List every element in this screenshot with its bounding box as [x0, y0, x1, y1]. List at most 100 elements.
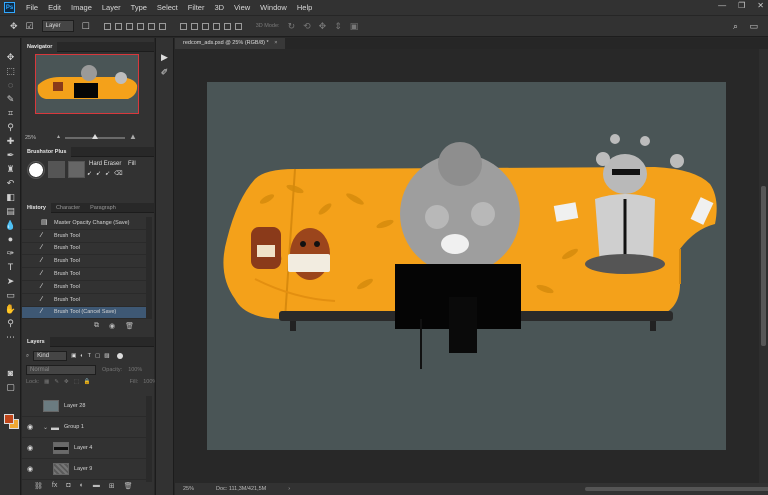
more-tools-icon[interactable]: ⋯	[0, 330, 21, 344]
tab-layers[interactable]: Layers	[22, 336, 50, 347]
brush-stroke-icon-1[interactable]: ➹	[87, 170, 92, 177]
status-arrow-icon[interactable]: ›	[288, 486, 290, 492]
distribute-top-icon[interactable]	[179, 22, 187, 30]
filter-toggle[interactable]	[117, 353, 124, 359]
document-canvas[interactable]	[175, 49, 759, 483]
tab-character[interactable]: Character	[51, 203, 85, 213]
navigator-zoom-value[interactable]: 25%	[25, 135, 36, 141]
auto-select-dropdown[interactable]: Layer	[41, 20, 74, 32]
distribute-middle-icon[interactable]	[190, 22, 198, 30]
align-left-icon[interactable]	[136, 22, 144, 30]
filter-smart-object-icon[interactable]: ▨	[104, 353, 109, 359]
filter-adjustment-icon[interactable]: ◐	[80, 353, 83, 359]
delete-layer-icon[interactable]: 🗑	[124, 482, 133, 490]
lock-image-icon[interactable]: ✎	[54, 379, 59, 385]
menu-view[interactable]: View	[229, 3, 255, 12]
gradient-tool-icon[interactable]: ▤	[0, 204, 21, 218]
lock-artboard-icon[interactable]: ⬚	[74, 379, 79, 385]
history-item[interactable]: ∕ Brush Tool	[22, 255, 146, 269]
path-select-tool-icon[interactable]: ➤	[0, 274, 21, 288]
canvas-area[interactable]	[175, 49, 759, 483]
tab-history[interactable]: History	[22, 202, 51, 213]
rectangle-tool-icon[interactable]: ▭	[0, 288, 21, 302]
history-item[interactable]: ∕ Brush Tool	[22, 230, 146, 243]
layer-filter-kind-dropdown[interactable]: Kind	[33, 351, 68, 361]
snapshot-camera-icon[interactable]: ◉	[109, 322, 115, 330]
new-group-icon[interactable]: ▬	[93, 482, 100, 490]
lasso-tool-icon[interactable]: ◌	[0, 78, 21, 92]
eye-icon[interactable]: ◉	[25, 444, 35, 452]
lock-transparent-icon[interactable]: ▦	[44, 379, 49, 385]
align-center-icon[interactable]	[147, 22, 155, 30]
type-tool-icon[interactable]: T	[0, 260, 21, 274]
zoom-out-icon[interactable]: ▴	[57, 133, 60, 140]
filter-shape-icon[interactable]: ▢	[95, 353, 100, 359]
distribute-left-icon[interactable]	[212, 22, 220, 30]
3d-pan-icon[interactable]: ✥	[319, 21, 327, 32]
align-middle-icon[interactable]	[114, 22, 122, 30]
brush-preset-3[interactable]	[68, 161, 85, 178]
minimize-icon[interactable]: —	[718, 1, 726, 10]
eyedropper-tool-icon[interactable]: ⚲	[0, 120, 21, 134]
distribute-center-icon[interactable]	[223, 22, 231, 30]
close-icon[interactable]: ✕	[757, 1, 764, 10]
brush-preset-round[interactable]	[27, 161, 45, 179]
tool-presets-icon[interactable]: ✐	[156, 67, 173, 78]
3d-roll-icon[interactable]: ⟲	[303, 21, 311, 32]
chevron-down-icon[interactable]: ⌄	[43, 424, 48, 431]
layer-row[interactable]: ◉ Layer 4	[22, 438, 146, 459]
zoom-tool-icon[interactable]: ⚲	[0, 316, 21, 330]
menu-layer[interactable]: Layer	[97, 3, 126, 12]
align-right-icon[interactable]	[158, 22, 166, 30]
status-zoom[interactable]: 25%	[183, 486, 194, 492]
align-top-icon[interactable]	[103, 22, 111, 30]
auto-select-checkbox[interactable]: ☑	[26, 21, 34, 32]
zoom-slider-handle[interactable]	[92, 134, 98, 139]
play-action-icon[interactable]: ▶	[156, 52, 173, 63]
brush-tool-icon[interactable]: ✒	[0, 148, 21, 162]
fill-button[interactable]: Fill	[126, 160, 138, 168]
zoom-in-icon[interactable]: ▲	[129, 132, 137, 141]
workspace-icon[interactable]: ▭	[749, 21, 758, 32]
menu-select[interactable]: Select	[152, 3, 183, 12]
menu-3d[interactable]: 3D	[209, 3, 229, 12]
3d-scale-icon[interactable]: ▣	[350, 21, 359, 32]
history-item[interactable]: ∕ Brush Tool	[22, 268, 146, 281]
vertical-scroll-thumb[interactable]	[761, 186, 766, 346]
history-scrollbar[interactable]	[146, 217, 152, 319]
filter-pixel-icon[interactable]: ▣	[71, 353, 76, 359]
history-item-selected[interactable]: ∕ Brush Tool (Cancel Save)	[22, 306, 146, 320]
blend-mode-dropdown[interactable]: Normal	[26, 365, 96, 375]
menu-type[interactable]: Type	[126, 3, 152, 12]
maximize-icon[interactable]: ❐	[738, 1, 745, 10]
menu-file[interactable]: File	[21, 3, 43, 12]
blur-tool-icon[interactable]: 💧	[0, 218, 21, 232]
brush-stroke-icon-3[interactable]: ➹	[105, 170, 110, 177]
new-layer-icon[interactable]: ⊞	[109, 482, 115, 490]
pen-tool-icon[interactable]: ✑	[0, 246, 21, 260]
dodge-tool-icon[interactable]: ●	[0, 232, 21, 246]
3d-slide-icon[interactable]: ⇕	[334, 21, 342, 32]
navigator-thumbnail[interactable]	[35, 54, 139, 114]
search-icon[interactable]: ⌕	[733, 21, 738, 32]
distribute-bottom-icon[interactable]	[201, 22, 209, 30]
foreground-color-overlay[interactable]	[4, 414, 14, 424]
lock-all-icon[interactable]: 🔒	[84, 379, 91, 385]
menu-edit[interactable]: Edit	[43, 3, 66, 12]
quick-select-tool-icon[interactable]: ✎	[0, 92, 21, 106]
layer-row[interactable]: Layer 28	[22, 396, 146, 417]
horizontal-scroll-thumb[interactable]	[585, 487, 768, 491]
brush-stroke-icon-2[interactable]: ➹	[96, 170, 101, 177]
history-item[interactable]: ▤ Master Opacity Change (Save)	[22, 217, 146, 230]
close-tab-icon[interactable]: ×	[274, 40, 277, 46]
lock-position-icon[interactable]: ✥	[64, 379, 69, 385]
eye-icon[interactable]: ◉	[25, 423, 35, 431]
tab-paragraph[interactable]: Paragraph	[85, 203, 121, 213]
transform-controls-checkbox[interactable]: ☐	[82, 21, 90, 32]
history-brush-tool-icon[interactable]: ↶	[0, 176, 21, 190]
filter-type-icon[interactable]: T	[88, 353, 91, 359]
align-bottom-icon[interactable]	[125, 22, 133, 30]
quick-mask-icon[interactable]: ◙	[0, 366, 21, 380]
document-tab[interactable]: redcom_ads.psd @ 25% (RGB/8) * ×	[175, 38, 286, 49]
history-item[interactable]: ∕ Brush Tool	[22, 294, 146, 307]
